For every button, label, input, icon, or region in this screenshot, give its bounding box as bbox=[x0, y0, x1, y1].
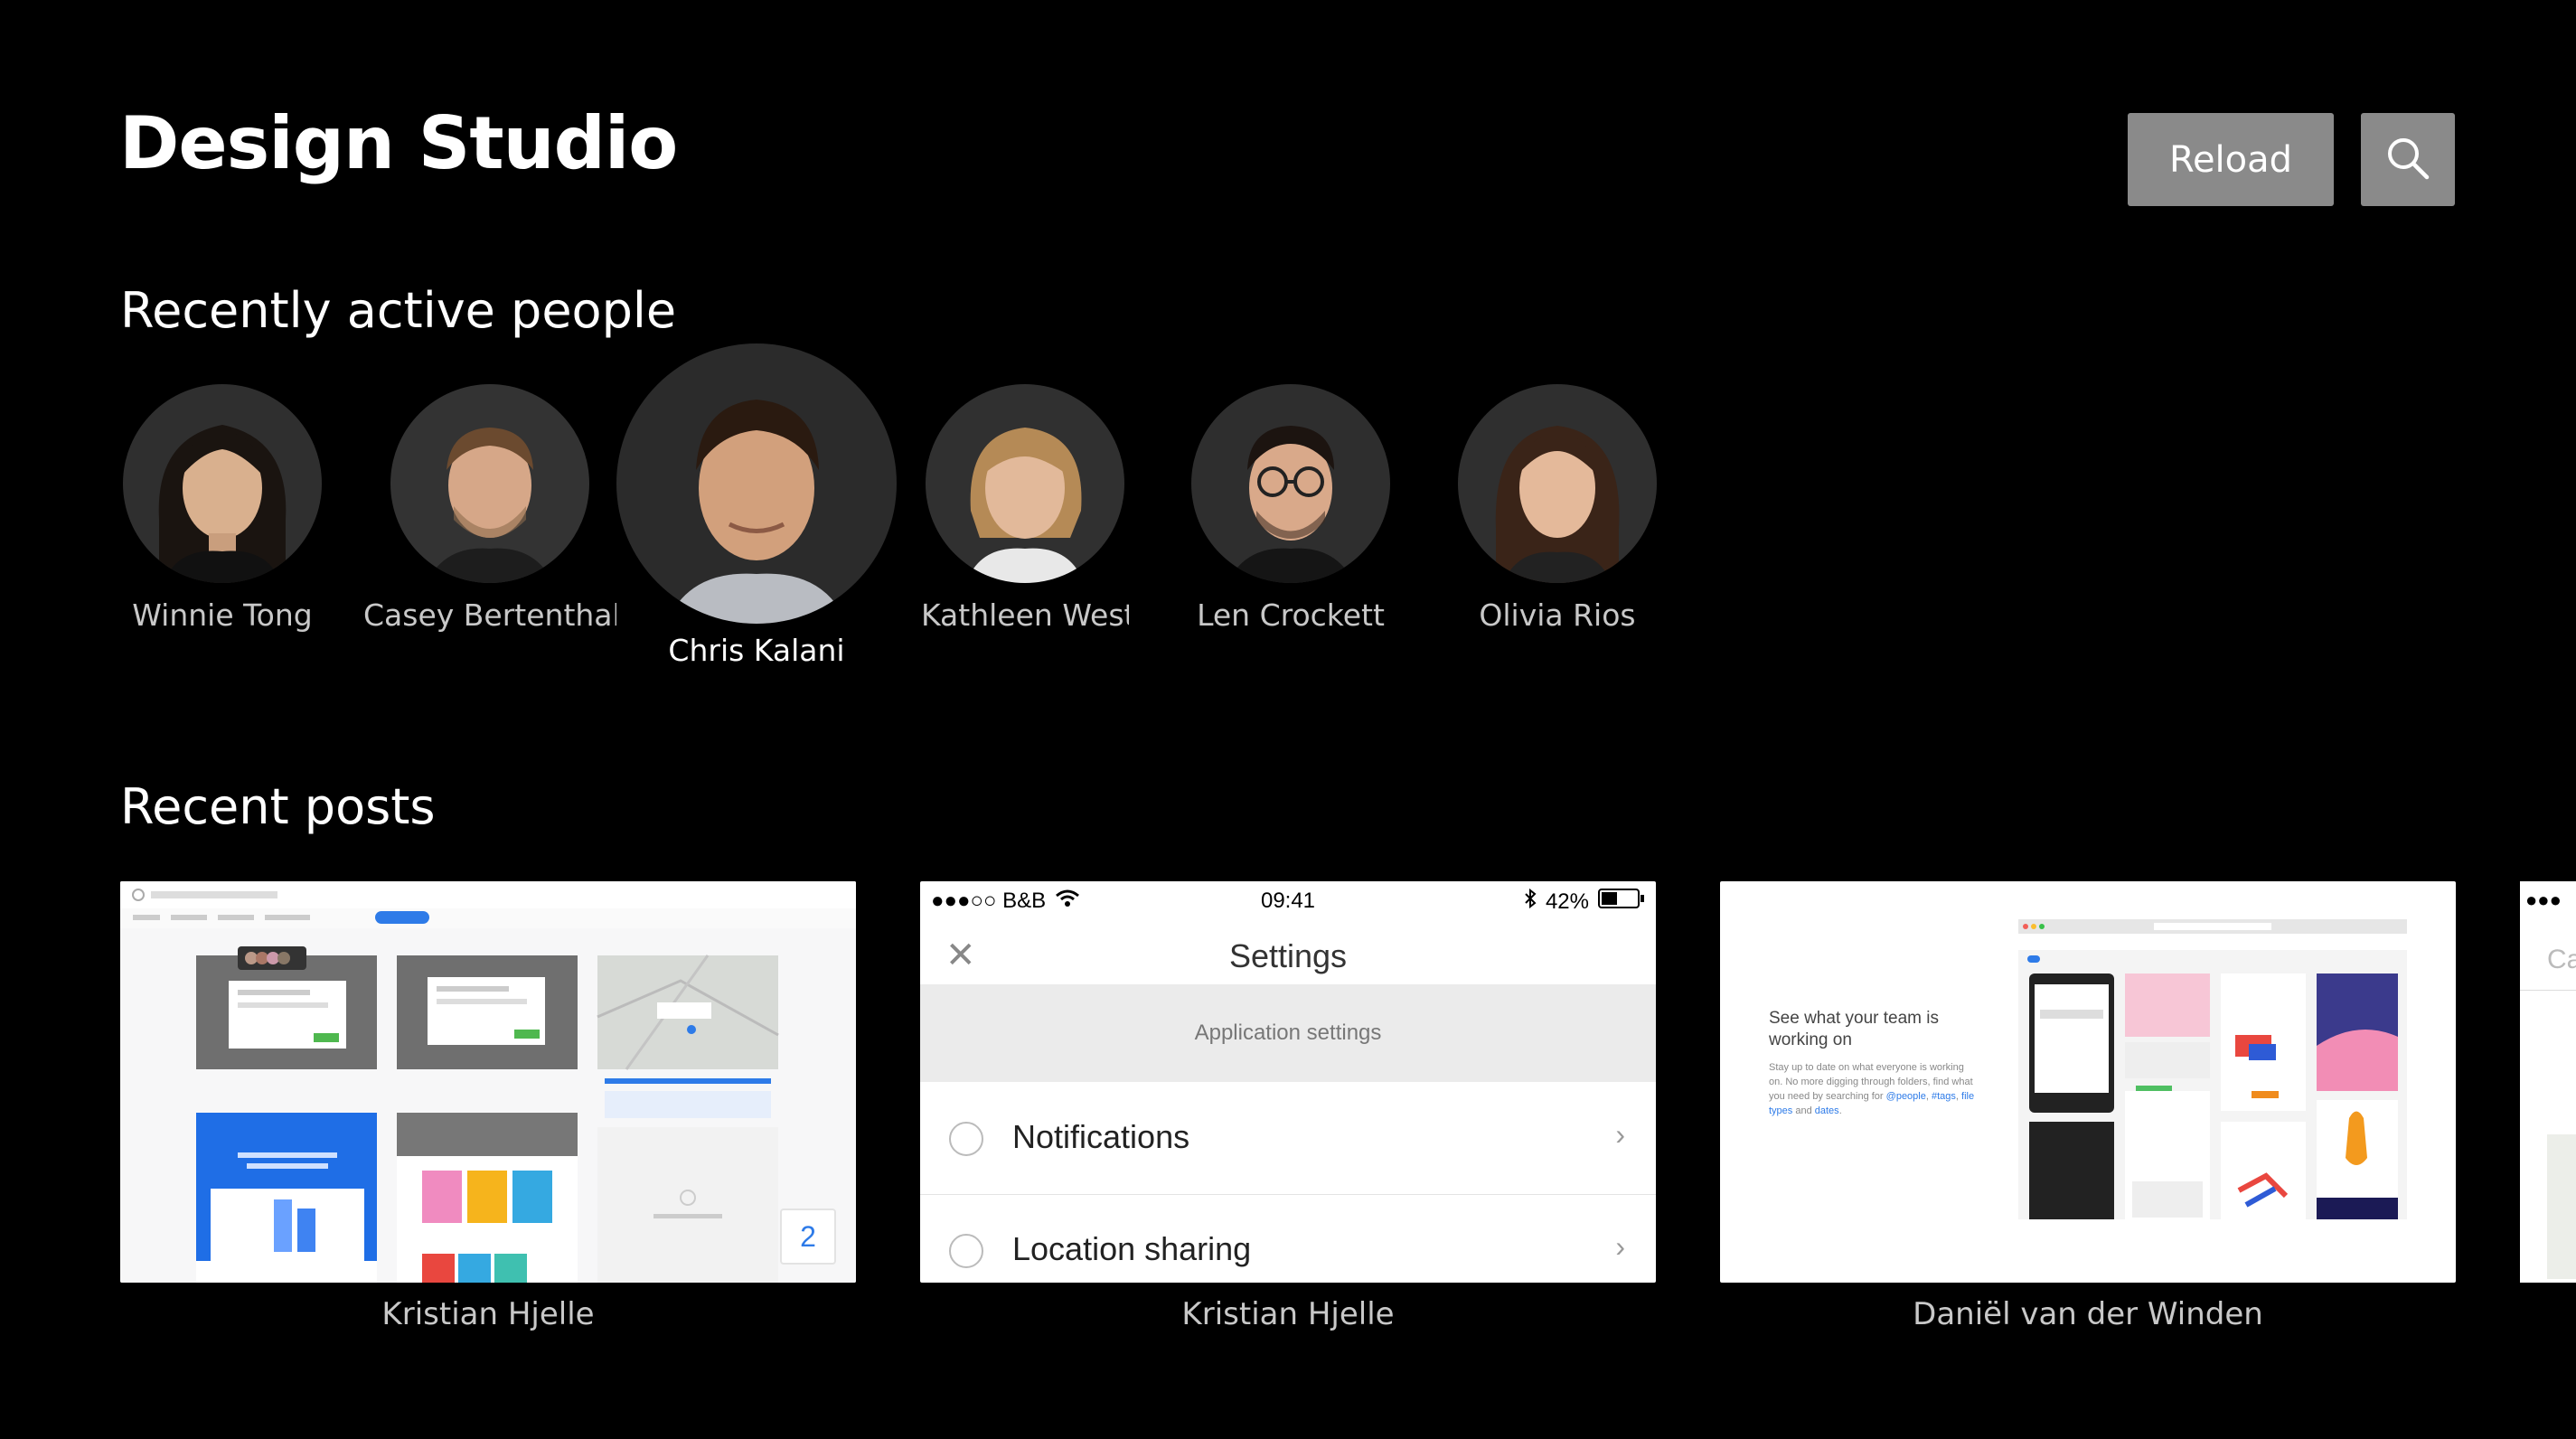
post-card-4[interactable]: ●●● Ca bbox=[2520, 881, 2576, 1283]
settings-row-location-sharing[interactable]: Location sharing › bbox=[920, 1194, 1656, 1283]
battery-icon bbox=[1598, 889, 1645, 915]
post-headline: See what your team is working on bbox=[1769, 1009, 1939, 1049]
tag-link: #tags bbox=[1931, 1091, 1956, 1102]
row-label: Notifications bbox=[1012, 1118, 1190, 1155]
avatar bbox=[123, 384, 322, 583]
post-card-3[interactable]: See what your team is working on Stay up… bbox=[1720, 881, 2456, 1283]
post-card-1[interactable]: 2 bbox=[120, 881, 856, 1283]
post-count-badge: 2 bbox=[780, 1209, 836, 1265]
post-author: Kristian Hjelle bbox=[1181, 1296, 1395, 1332]
carrier-label: ●●● bbox=[2525, 889, 2562, 911]
post-card-2[interactable]: ●●●○○ B&B 09:41 42% ✕ Settings Applicati… bbox=[920, 881, 1656, 1283]
person-name: Casey Bertenthal bbox=[363, 597, 616, 633]
settings-row-notifications[interactable]: Notifications › bbox=[920, 1082, 1656, 1195]
app-preview-image bbox=[2018, 919, 2407, 1219]
section-header-label: Application settings bbox=[1194, 1020, 1382, 1045]
avatar bbox=[926, 384, 1124, 583]
person-winnie-tong[interactable]: Winnie Tong bbox=[123, 384, 322, 633]
avatar bbox=[1458, 384, 1657, 583]
person-name: Winnie Tong bbox=[132, 597, 313, 633]
person-name: Len Crockett bbox=[1197, 597, 1385, 633]
avatar bbox=[1191, 384, 1390, 583]
person-name: Chris Kalani bbox=[668, 633, 845, 668]
post-body: Stay up to date on what everyone is work… bbox=[1769, 1062, 1975, 1116]
person-kathleen-west[interactable]: Kathleen West bbox=[921, 384, 1129, 633]
chevron-right-icon: › bbox=[1615, 1230, 1625, 1263]
page-title: Design Studio bbox=[119, 101, 678, 185]
chevron-right-icon: › bbox=[1615, 1118, 1625, 1151]
map-preview bbox=[2547, 1134, 2576, 1279]
status-bar: ●●●○○ B&B 09:41 42% bbox=[920, 881, 1656, 921]
nav-bar: ✕ Settings bbox=[920, 921, 1656, 985]
screen-title: Settings bbox=[1228, 937, 1348, 974]
post-author: Daniël van der Winden bbox=[1913, 1296, 2263, 1332]
search-icon bbox=[2384, 135, 2431, 184]
people-section-title: Recently active people bbox=[120, 282, 677, 339]
person-olivia-rios[interactable]: Olivia Rios bbox=[1458, 384, 1657, 633]
person-name: Kathleen West bbox=[921, 597, 1129, 633]
post-thumbnail bbox=[120, 881, 856, 1283]
radio-icon bbox=[949, 1122, 983, 1156]
post-text-block: See what your team is working on Stay up… bbox=[1769, 1008, 1977, 1118]
post-author: Kristian Hjelle bbox=[381, 1296, 595, 1332]
reload-button[interactable]: Reload bbox=[2128, 113, 2334, 206]
radio-icon bbox=[949, 1234, 983, 1268]
person-len-crockett[interactable]: Len Crockett bbox=[1191, 384, 1390, 633]
avatar bbox=[390, 384, 589, 583]
section-header: Application settings bbox=[920, 984, 1656, 1082]
battery-percent: 42% bbox=[1545, 889, 1589, 914]
bluetooth-icon bbox=[1524, 888, 1537, 915]
row-label: Location sharing bbox=[1012, 1230, 1252, 1267]
person-chris-kalani[interactable]: Chris Kalani bbox=[616, 343, 897, 668]
avatar bbox=[616, 343, 897, 624]
person-casey-bertenthal[interactable]: Casey Bertenthal bbox=[363, 384, 616, 633]
screen-title: Ca bbox=[2547, 945, 2576, 974]
tag-link: @people bbox=[1885, 1091, 1926, 1102]
person-name: Olivia Rios bbox=[1479, 597, 1636, 633]
tag-link: dates bbox=[1814, 1105, 1839, 1116]
search-button[interactable] bbox=[2361, 113, 2455, 206]
posts-section-title: Recent posts bbox=[120, 778, 436, 835]
